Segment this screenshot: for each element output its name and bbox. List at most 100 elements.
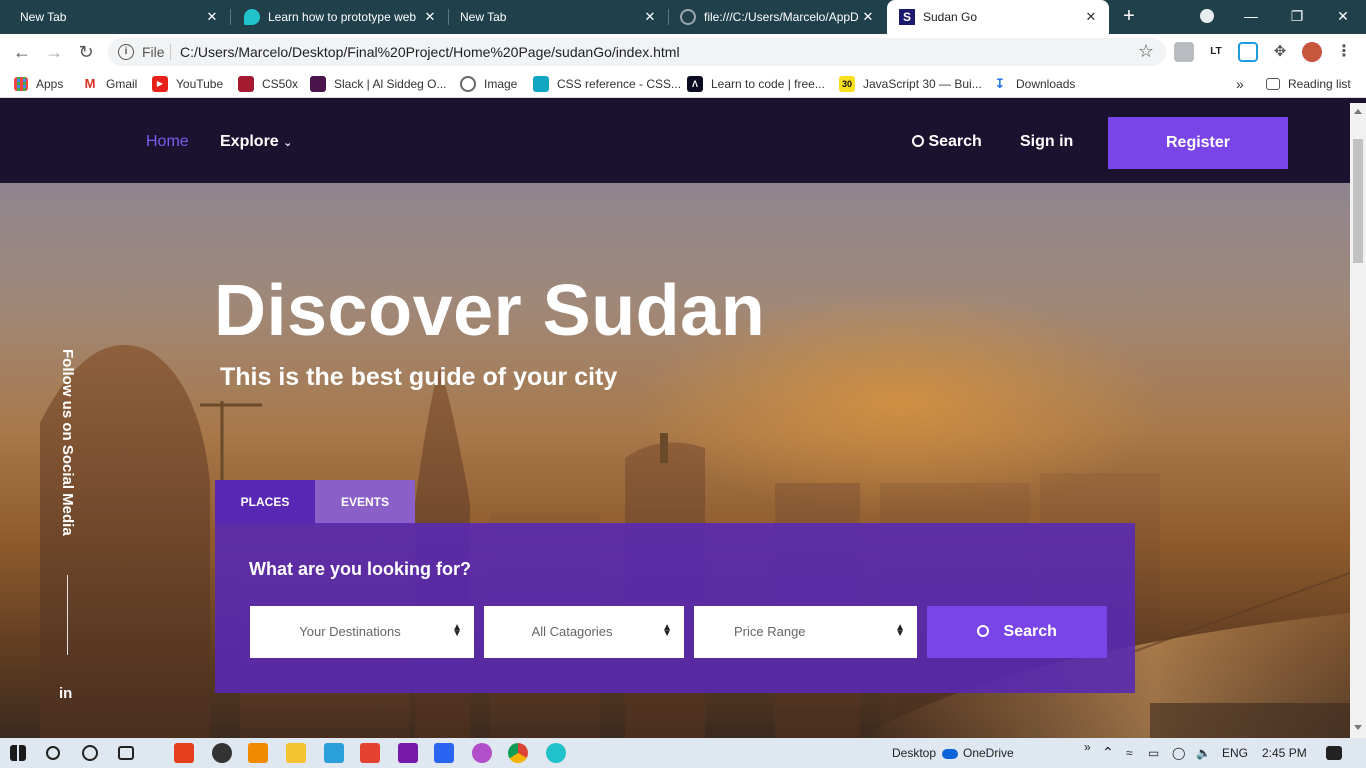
taskbar-overflow-button[interactable]: » bbox=[1084, 740, 1091, 754]
category-select[interactable]: All Catagories ▲ ▼ bbox=[484, 606, 684, 658]
photos-icon[interactable] bbox=[324, 743, 344, 763]
page-viewport: Home Explore ⌄ Search Sign in Register D… bbox=[0, 103, 1350, 738]
taskbar-onedrive-label[interactable]: OneDrive bbox=[963, 746, 1014, 760]
screen-share-icon[interactable] bbox=[1238, 42, 1258, 62]
hero-section: Discover Sudan This is the best guide of… bbox=[0, 183, 1350, 738]
social-divider bbox=[67, 575, 68, 655]
nav-sign-in-link[interactable]: Sign in bbox=[1020, 133, 1073, 151]
forward-arrow-icon[interactable]: → bbox=[42, 40, 66, 64]
browser-tab[interactable]: New Tab ✕ bbox=[448, 0, 668, 34]
tab-title: New Tab bbox=[20, 10, 67, 24]
volume-icon[interactable]: 🔈 bbox=[1196, 746, 1211, 760]
gmail-icon: M bbox=[84, 76, 96, 91]
scroll-thumb[interactable] bbox=[1353, 139, 1363, 263]
file-explorer-icon[interactable] bbox=[286, 743, 306, 763]
hero-title: Discover Sudan bbox=[214, 271, 766, 351]
kebab-menu-icon[interactable]: ⋮ bbox=[1334, 42, 1354, 62]
bookmark-star-icon[interactable]: ☆ bbox=[1138, 41, 1154, 62]
todoist-icon[interactable] bbox=[360, 743, 380, 763]
windows-start-icon[interactable] bbox=[10, 745, 26, 761]
wifi-icon[interactable]: ≈ bbox=[1126, 746, 1133, 760]
cortana-icon[interactable] bbox=[82, 745, 98, 761]
new-tab-button[interactable]: + bbox=[1117, 5, 1141, 29]
bookmark-gmail[interactable]: M Gmail bbox=[82, 75, 138, 93]
back-arrow-icon[interactable]: ← bbox=[10, 40, 34, 64]
onenote-icon[interactable] bbox=[398, 743, 418, 763]
vlc-icon[interactable] bbox=[248, 743, 268, 763]
restore-button[interactable]: ❐ bbox=[1274, 0, 1320, 34]
scroll-up-arrow-icon[interactable] bbox=[1354, 109, 1362, 114]
site-navbar: Home Explore ⌄ Search Sign in Register bbox=[0, 103, 1350, 183]
bookmark-apps[interactable]: Apps bbox=[14, 75, 63, 93]
tab-search-icon[interactable] bbox=[1184, 0, 1230, 34]
price-range-select[interactable]: Price Range ▲ ▼ bbox=[694, 606, 917, 658]
close-window-button[interactable]: ✕ bbox=[1320, 0, 1366, 34]
reading-list-button[interactable]: Reading list bbox=[1266, 75, 1351, 93]
nav-explore-dropdown[interactable]: Explore ⌄ bbox=[220, 133, 292, 151]
close-tab-icon[interactable]: ✕ bbox=[204, 9, 220, 25]
bookmark-youtube[interactable]: ▶ YouTube bbox=[152, 75, 223, 93]
search-panel: What are you looking for? Your Destinati… bbox=[215, 523, 1135, 693]
tab-title: New Tab bbox=[460, 10, 507, 24]
chevron-up-icon[interactable]: ⌃ bbox=[1102, 744, 1114, 761]
tab-places[interactable]: PLACES bbox=[215, 480, 315, 524]
browser-tab[interactable]: New Tab ✕ bbox=[8, 0, 230, 34]
sort-arrows-icon: ▲ ▼ bbox=[452, 622, 462, 640]
chrome-icon[interactable] bbox=[508, 743, 528, 763]
close-tab-icon[interactable]: ✕ bbox=[860, 9, 876, 25]
media-player-icon[interactable] bbox=[212, 743, 232, 763]
bookmark-image[interactable]: Image bbox=[460, 75, 517, 93]
scroll-down-arrow-icon[interactable] bbox=[1354, 725, 1362, 730]
browser-tab-active[interactable]: S Sudan Go ✕ bbox=[887, 0, 1109, 34]
notifications-icon[interactable] bbox=[1326, 746, 1342, 760]
nav-home-link[interactable]: Home bbox=[146, 133, 189, 151]
profile-avatar[interactable] bbox=[1302, 42, 1322, 62]
bookmark-css-reference[interactable]: CSS reference - CSS... bbox=[533, 75, 681, 93]
destination-select[interactable]: Your Destinations ▲ ▼ bbox=[250, 606, 474, 658]
prototype-app-icon[interactable] bbox=[546, 743, 566, 763]
reload-icon[interactable]: ↻ bbox=[74, 40, 98, 64]
language-indicator[interactable]: ENG bbox=[1222, 746, 1248, 760]
close-tab-icon[interactable]: ✕ bbox=[642, 9, 658, 25]
clock[interactable]: 2:45 PM bbox=[1262, 746, 1307, 760]
tab-title: Learn how to prototype web bbox=[268, 10, 417, 24]
search-question: What are you looking for? bbox=[249, 559, 472, 579]
taskbar-desktop-label[interactable]: Desktop bbox=[892, 746, 936, 760]
bookmark-cs50x[interactable]: CS50x bbox=[238, 75, 298, 93]
linkedin-icon[interactable]: in bbox=[59, 685, 72, 702]
search-submit-button[interactable]: Search bbox=[927, 606, 1107, 658]
url-text[interactable]: C:/Users/Marcelo/Desktop/Final%20Project… bbox=[180, 44, 680, 60]
minimize-button[interactable]: — bbox=[1228, 0, 1274, 34]
music-app-icon[interactable] bbox=[472, 743, 492, 763]
extensions-puzzle-icon[interactable]: ✥ bbox=[1270, 42, 1290, 62]
profile-card-icon[interactable] bbox=[1174, 42, 1194, 62]
search-icon[interactable] bbox=[46, 746, 60, 760]
prototype-site-icon bbox=[244, 9, 260, 25]
close-tab-icon[interactable]: ✕ bbox=[422, 9, 438, 25]
close-tab-icon[interactable]: ✕ bbox=[1083, 9, 1099, 25]
browser-tab[interactable]: file:///C:/Users/Marcelo/AppD ✕ bbox=[668, 0, 886, 34]
address-bar[interactable]: i File C:/Users/Marcelo/Desktop/Final%20… bbox=[108, 38, 1166, 66]
network-icon[interactable]: ◯ bbox=[1172, 746, 1185, 760]
bookmark-javascript30[interactable]: 30 JavaScript 30 — Bui... bbox=[839, 75, 982, 93]
bookmarks-overflow-button[interactable]: » bbox=[1236, 75, 1244, 93]
slack-icon bbox=[310, 76, 326, 92]
office-icon[interactable] bbox=[174, 743, 194, 763]
bookmark-slack[interactable]: Slack | Al Siddeg O... bbox=[310, 75, 447, 93]
social-follow-label: Follow us on Social Media bbox=[59, 349, 76, 536]
battery-icon[interactable]: ▭ bbox=[1148, 746, 1159, 760]
browser-tab[interactable]: Learn how to prototype web ✕ bbox=[232, 0, 448, 34]
tab-events[interactable]: EVENTS bbox=[315, 480, 415, 524]
page-scrollbar[interactable] bbox=[1350, 103, 1366, 738]
bookmark-downloads[interactable]: ↧ Downloads bbox=[992, 75, 1076, 93]
css3-icon[interactable] bbox=[434, 743, 454, 763]
onedrive-icon[interactable] bbox=[942, 749, 958, 759]
sudan-go-favicon-icon: S bbox=[899, 9, 915, 25]
languagetool-icon[interactable]: LT bbox=[1206, 42, 1226, 62]
nav-search-link[interactable]: Search bbox=[912, 133, 982, 151]
task-view-icon[interactable] bbox=[118, 746, 134, 760]
bookmark-freecodecamp[interactable]: Λ Learn to code | free... bbox=[687, 75, 825, 93]
info-icon[interactable]: i bbox=[118, 44, 134, 60]
search-icon bbox=[912, 135, 924, 147]
register-button[interactable]: Register bbox=[1108, 117, 1288, 169]
